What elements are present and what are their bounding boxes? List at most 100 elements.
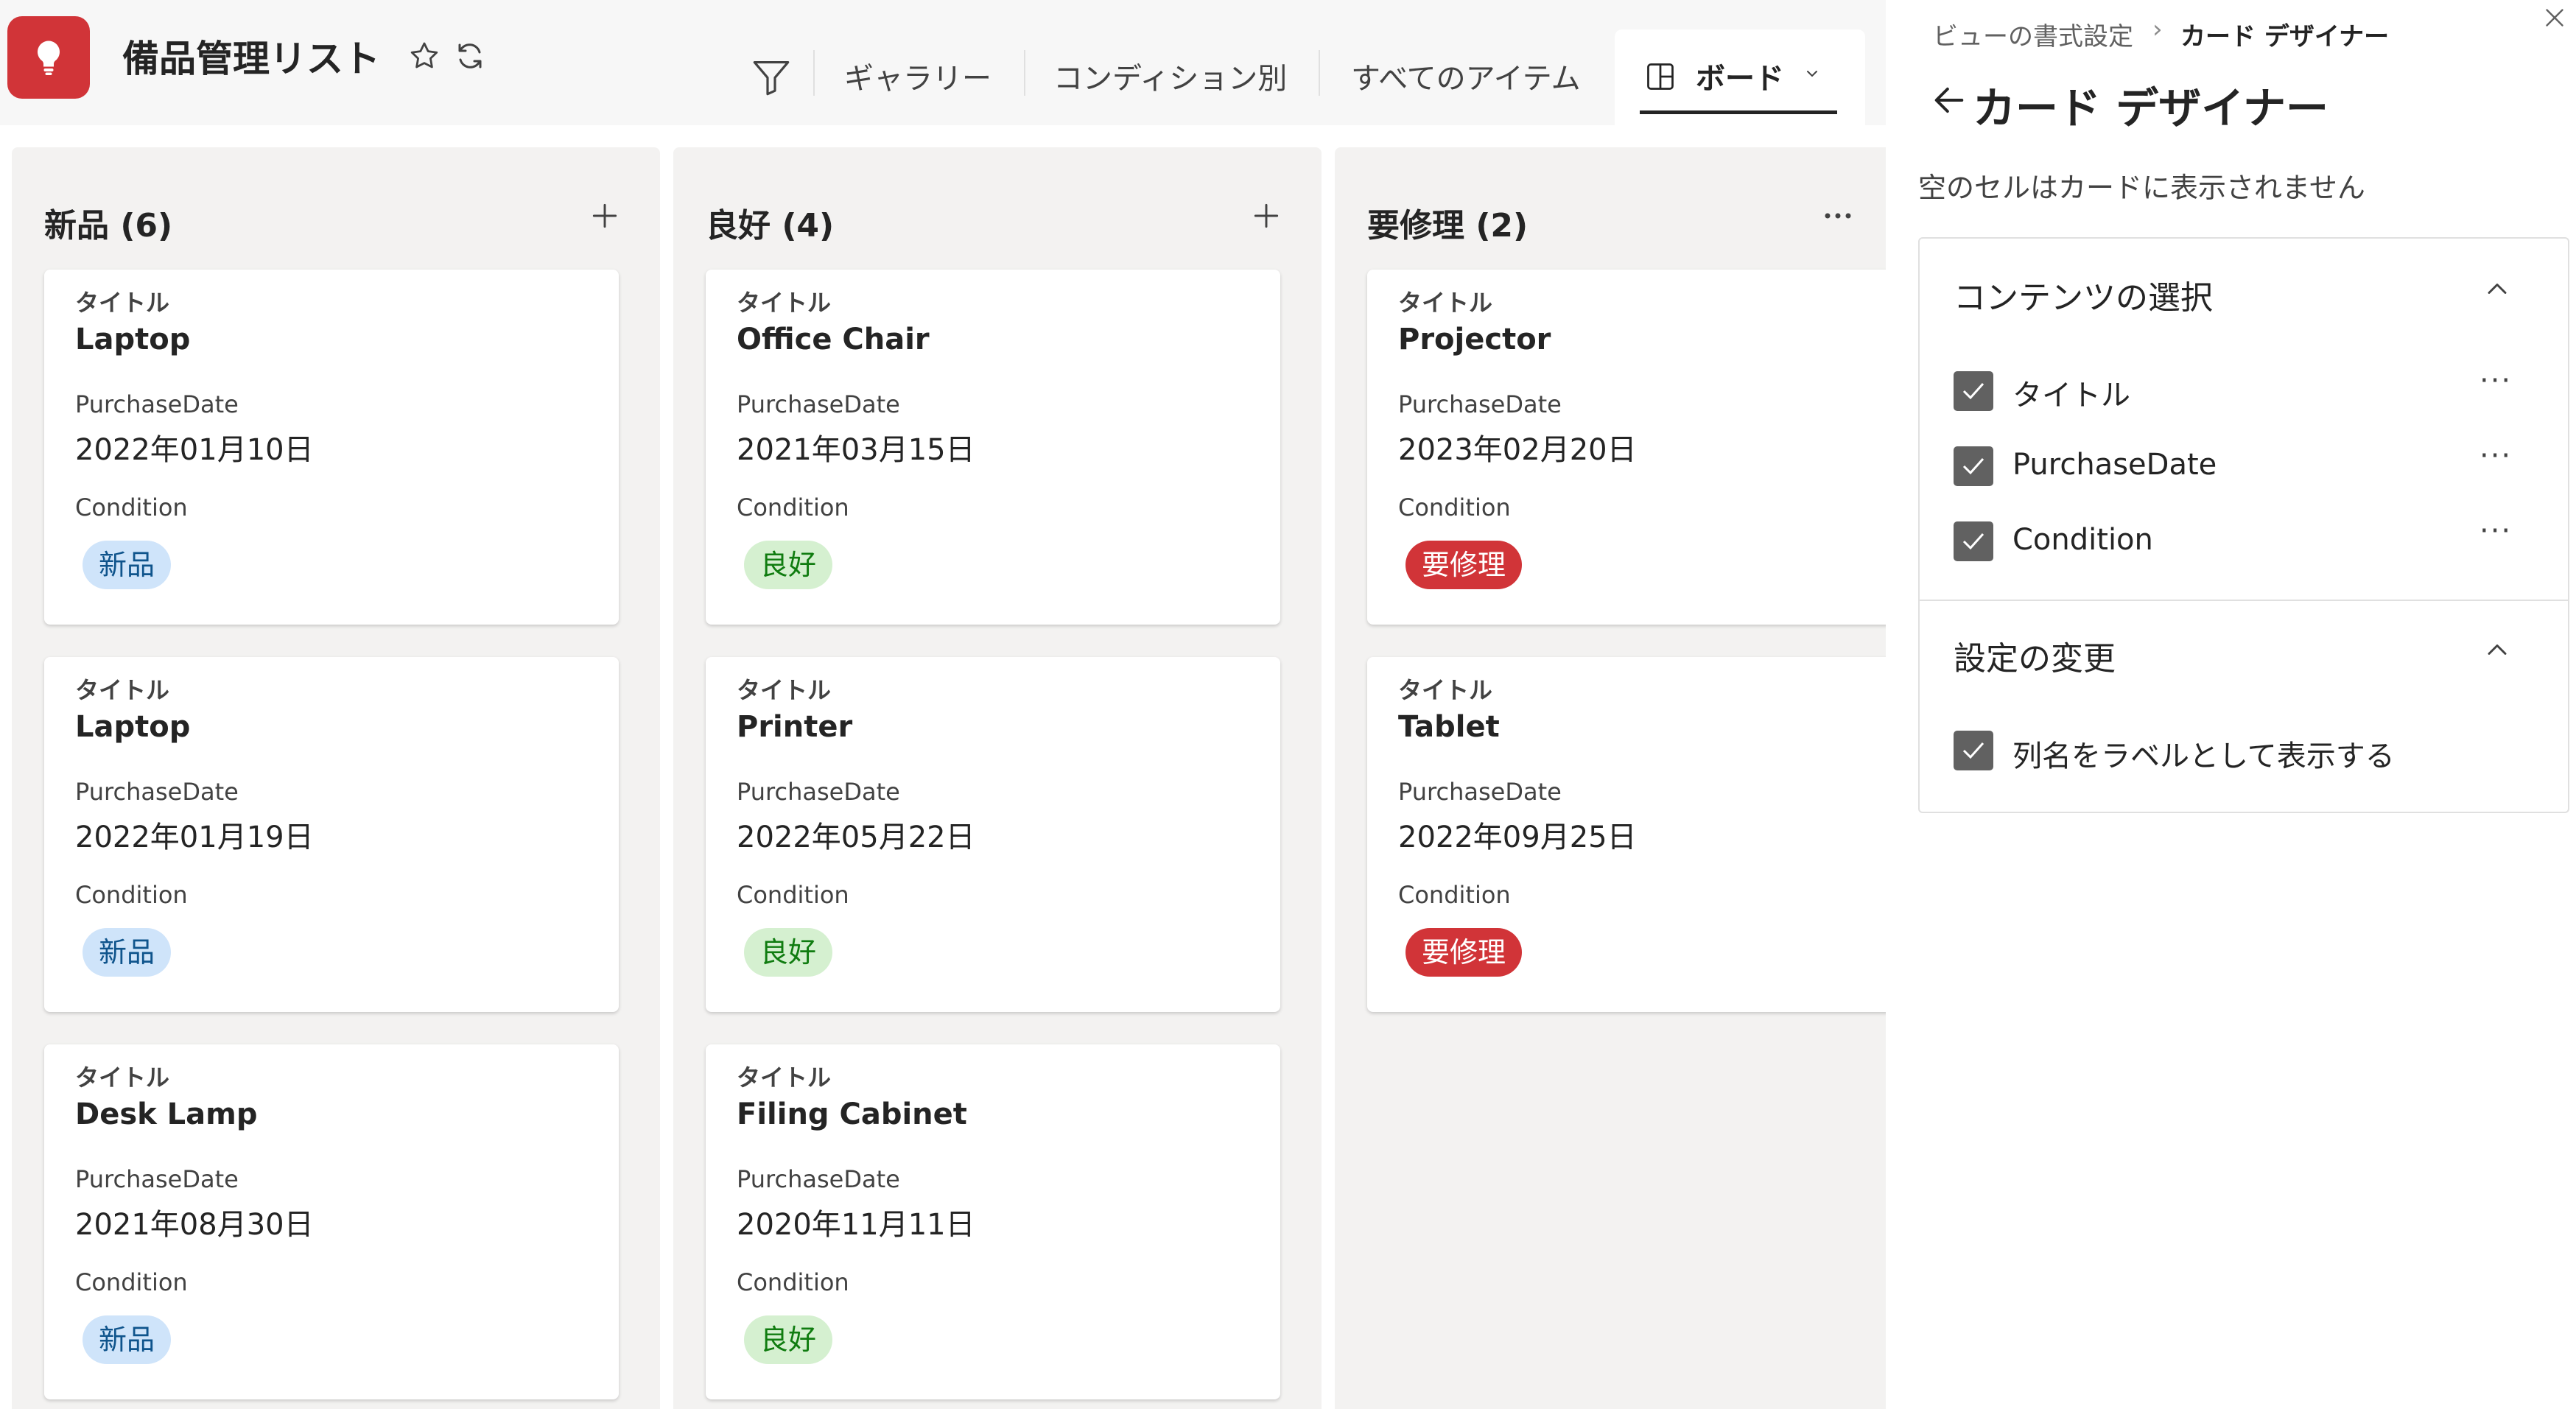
column-title: 要修理 (2) <box>1367 207 1529 245</box>
panel-description: 空のセルはカードに表示されません <box>1918 172 2365 204</box>
checkbox-title[interactable] <box>1954 371 1993 411</box>
panel-title: カード デザイナー <box>1973 83 2329 133</box>
checkbox-purchasedate[interactable] <box>1954 446 1993 486</box>
card-field-label: タイトル <box>1398 289 1493 317</box>
more-icon <box>1825 213 1851 219</box>
board-column-needs-repair: 要修理 (2) タイトル Projector PurchaseDate 2023… <box>1335 147 1886 1409</box>
checkmark-icon <box>1962 382 1984 400</box>
card-field-label: Condition <box>75 493 188 521</box>
board-card[interactable]: タイトル Filing Cabinet PurchaseDate 2020年11… <box>706 1044 1280 1399</box>
more-options-button[interactable]: ··· <box>2480 514 2512 548</box>
card-field-label: タイトル <box>75 289 170 317</box>
condition-badge: 要修理 <box>1405 541 1523 589</box>
checkbox-condition[interactable] <box>1954 521 1993 561</box>
card-field-label: Condition <box>1398 881 1511 909</box>
plus-icon <box>592 203 617 228</box>
card-field-label: Condition <box>737 881 849 909</box>
board-card[interactable]: タイトル Desk Lamp PurchaseDate 2021年08月30日 … <box>44 1044 619 1399</box>
close-panel-button[interactable] <box>2541 4 2568 34</box>
board-column-good: 良好 (4) タイトル Office Chair PurchaseDate 20… <box>673 147 1322 1409</box>
column-more-button[interactable] <box>1812 190 1864 242</box>
checkmark-icon <box>1962 457 1984 475</box>
more-options-button[interactable]: ··· <box>2480 364 2512 398</box>
tab-divider <box>1319 50 1320 96</box>
back-button[interactable] <box>1930 81 1968 122</box>
plus-icon <box>1254 203 1279 228</box>
card-title: Laptop <box>75 323 191 356</box>
card-field-label: Condition <box>75 1268 188 1296</box>
more-options-button[interactable]: ··· <box>2480 439 2512 473</box>
filter-icon[interactable] <box>750 59 793 99</box>
card-field-label: PurchaseDate <box>737 390 900 418</box>
board-card[interactable]: タイトル Office Chair PurchaseDate 2021年03月1… <box>706 270 1280 625</box>
board-view: 新品 (6) タイトル Laptop PurchaseDate 2022年01月… <box>0 125 1886 1409</box>
card-field-label: PurchaseDate <box>1398 778 1562 806</box>
column-title: 良好 (4) <box>706 207 835 245</box>
tab-divider <box>1024 50 1025 96</box>
card-title: Filing Cabinet <box>737 1097 967 1131</box>
card-title: Desk Lamp <box>75 1097 258 1131</box>
chevron-down-icon <box>1803 65 1821 85</box>
card-purchase-date: 2023年02月20日 <box>1398 433 1637 467</box>
section-divider <box>1918 600 2569 601</box>
active-tab-indicator <box>1640 110 1837 114</box>
checkbox-show-column-names[interactable] <box>1954 731 1993 770</box>
breadcrumb-card-designer: カード デザイナー <box>2180 22 2390 52</box>
list-header: 備品管理リスト ギャラリー コンディション別 すべてのアイテム ボード <box>0 0 1886 125</box>
condition-badge: 良好 <box>744 928 833 977</box>
tab-gallery[interactable]: ギャラリー <box>844 55 992 97</box>
checkmark-icon <box>1962 533 1984 550</box>
board-card[interactable]: タイトル Laptop PurchaseDate 2022年01月10日 Con… <box>44 270 619 625</box>
board-card[interactable]: タイトル Tablet PurchaseDate 2022年09月25日 Con… <box>1367 657 1886 1012</box>
board-card[interactable]: タイトル Projector PurchaseDate 2023年02月20日 … <box>1367 270 1886 625</box>
add-item-button[interactable] <box>1240 190 1292 242</box>
breadcrumb-view-formatting[interactable]: ビューの書式設定 <box>1933 16 2133 52</box>
tab-by-condition[interactable]: コンディション別 <box>1053 55 1287 97</box>
card-field-label: PurchaseDate <box>737 778 900 806</box>
section-title-content[interactable]: コンテンツの選択 <box>1954 271 2213 318</box>
add-item-button[interactable] <box>579 190 631 242</box>
card-title: Tablet <box>1398 710 1500 744</box>
card-purchase-date: 2022年01月19日 <box>75 821 314 854</box>
star-favorite-icon[interactable] <box>407 38 442 74</box>
chevron-up-icon[interactable] <box>2481 633 2513 669</box>
card-field-label: PurchaseDate <box>1398 390 1562 418</box>
checkbox-label: 列名をラベルとして表示する <box>2012 739 2395 773</box>
card-purchase-date: 2021年08月30日 <box>75 1208 314 1242</box>
card-field-label: タイトル <box>737 676 832 704</box>
card-field-label: Condition <box>75 881 188 909</box>
condition-badge: 良好 <box>744 541 833 589</box>
card-field-label: PurchaseDate <box>75 1165 239 1193</box>
card-title: Printer <box>737 710 853 744</box>
list-title: 備品管理リスト <box>122 38 380 80</box>
checkbox-label: Condition <box>2012 523 2153 557</box>
card-field-label: Condition <box>1398 493 1511 521</box>
card-field-label: タイトル <box>1398 676 1493 704</box>
chevron-up-icon[interactable] <box>2481 273 2513 308</box>
board-card[interactable]: タイトル Laptop PurchaseDate 2022年01月19日 Con… <box>44 657 619 1012</box>
board-column-new: 新品 (6) タイトル Laptop PurchaseDate 2022年01月… <box>12 147 660 1409</box>
condition-badge: 新品 <box>83 928 172 977</box>
card-field-label: タイトル <box>737 289 832 317</box>
card-purchase-date: 2022年09月25日 <box>1398 821 1637 854</box>
board-card[interactable]: タイトル Printer PurchaseDate 2022年05月22日 Co… <box>706 657 1280 1012</box>
card-title: Projector <box>1398 323 1551 356</box>
card-field-label: タイトル <box>737 1064 832 1092</box>
card-title: Office Chair <box>737 323 930 356</box>
tab-board-label: ボード <box>1696 62 1784 96</box>
card-purchase-date: 2022年05月22日 <box>737 821 975 854</box>
section-title-settings[interactable]: 設定の変更 <box>1954 632 2116 679</box>
tab-all-items[interactable]: すべてのアイテム <box>1351 55 1581 97</box>
close-icon <box>2546 9 2563 27</box>
card-purchase-date: 2022年01月10日 <box>75 433 314 467</box>
card-purchase-date: 2020年11月11日 <box>737 1208 975 1242</box>
checkmark-icon <box>1962 742 1984 759</box>
tab-divider <box>813 50 815 96</box>
back-arrow-icon <box>1934 87 1964 113</box>
card-field-label: PurchaseDate <box>75 390 239 418</box>
refresh-icon[interactable] <box>452 38 488 74</box>
card-field-label: Condition <box>737 1268 849 1296</box>
card-field-label: タイトル <box>75 676 170 704</box>
card-designer-panel: ビューの書式設定 › カード デザイナー カード デザイナー 空のセルはカードに… <box>1886 0 2576 1409</box>
board-view-icon <box>1644 60 1677 96</box>
